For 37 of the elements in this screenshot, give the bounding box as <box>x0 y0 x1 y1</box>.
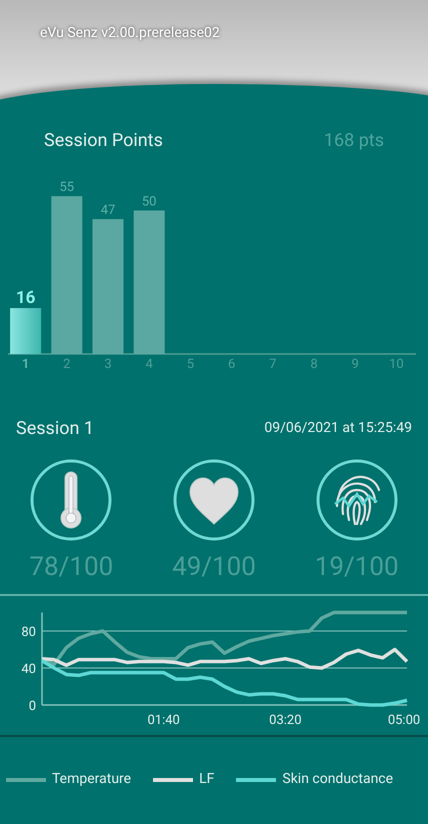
legend-swatch <box>236 778 276 782</box>
legend-label: Skin conductance <box>282 770 394 789</box>
bar-value: 50 <box>142 194 156 210</box>
legend-label: LF <box>199 770 214 789</box>
axis-label: 01:40 <box>147 713 180 728</box>
points-total: 168 pts <box>324 129 384 153</box>
section-title: Session Points <box>44 129 163 153</box>
score: 78/100 <box>29 551 114 584</box>
score: 19/100 <box>314 551 399 584</box>
bar-value: 16 <box>16 288 36 308</box>
axis-label: 80 <box>21 625 36 640</box>
axis-label: 7 <box>269 357 276 372</box>
session-title: Session 1 <box>16 416 94 440</box>
axis-label: 9 <box>352 357 359 372</box>
session-datetime: 09/06/2021 at 15:25:49 <box>264 418 412 438</box>
axis-label: 5 <box>186 357 194 372</box>
app-title: eVu Senz v2.00.prerelease02 <box>40 25 220 41</box>
axis-label: 3 <box>104 357 112 372</box>
legend-swatch <box>6 778 46 782</box>
legend-label: Temperature <box>52 770 132 789</box>
score: 49/100 <box>172 551 256 584</box>
axis-label: 6 <box>228 357 236 372</box>
axis-label: 03:20 <box>269 713 302 728</box>
bar-value: 55 <box>60 180 74 196</box>
axis-label: 4 <box>146 357 153 372</box>
axis-label: 1 <box>22 357 30 372</box>
bar <box>10 308 42 354</box>
bar-value: 47 <box>100 203 116 218</box>
thermometer-icon <box>29 458 114 542</box>
axis-label: 0 <box>28 699 36 714</box>
axis-label: 40 <box>21 662 36 677</box>
axis-label: 10 <box>389 357 404 372</box>
fingerprint-icon <box>314 458 399 542</box>
axis-label: 2 <box>63 357 70 372</box>
axis-label: 05:00 <box>388 713 420 728</box>
axis-label: 8 <box>310 357 318 372</box>
legend-swatch <box>153 778 194 782</box>
